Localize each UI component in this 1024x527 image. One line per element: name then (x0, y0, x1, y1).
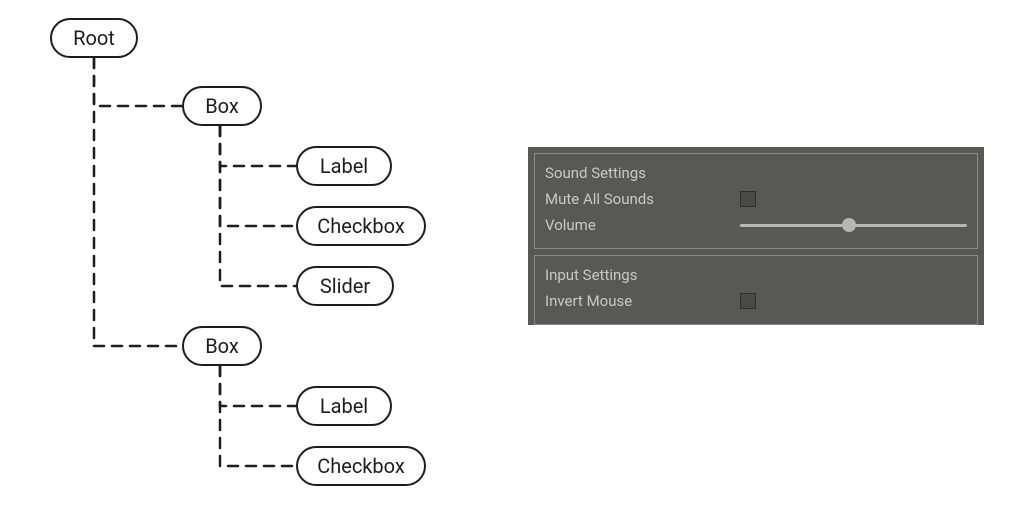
mute-all-sounds-checkbox[interactable] (740, 191, 756, 207)
tree-node-root: Root (50, 18, 138, 58)
input-settings-box: Input Settings Invert Mouse (534, 255, 978, 325)
tree-node-box-2: Box (182, 326, 262, 366)
mute-all-sounds-label: Mute All Sounds (545, 190, 740, 208)
tree-node-checkbox-2: Checkbox (296, 446, 426, 486)
input-settings-title: Input Settings (545, 266, 637, 284)
settings-panel: Sound Settings Mute All Sounds Volume In… (528, 147, 984, 325)
volume-label: Volume (545, 216, 740, 234)
tree-node-label-2: Label (296, 386, 392, 426)
volume-slider[interactable] (740, 217, 967, 233)
hierarchy-tree: Root Box Label Checkbox Slider Box Label… (0, 0, 500, 527)
tree-node-box-1: Box (182, 86, 262, 126)
tree-connectors (0, 0, 500, 527)
tree-node-slider-1: Slider (296, 266, 394, 306)
tree-node-label-1: Label (296, 146, 392, 186)
invert-mouse-label: Invert Mouse (545, 292, 740, 310)
volume-slider-thumb[interactable] (842, 218, 856, 232)
sound-settings-box: Sound Settings Mute All Sounds Volume (534, 153, 978, 249)
tree-node-checkbox-1: Checkbox (296, 206, 426, 246)
invert-mouse-checkbox[interactable] (740, 293, 756, 309)
sound-settings-title: Sound Settings (545, 164, 646, 182)
